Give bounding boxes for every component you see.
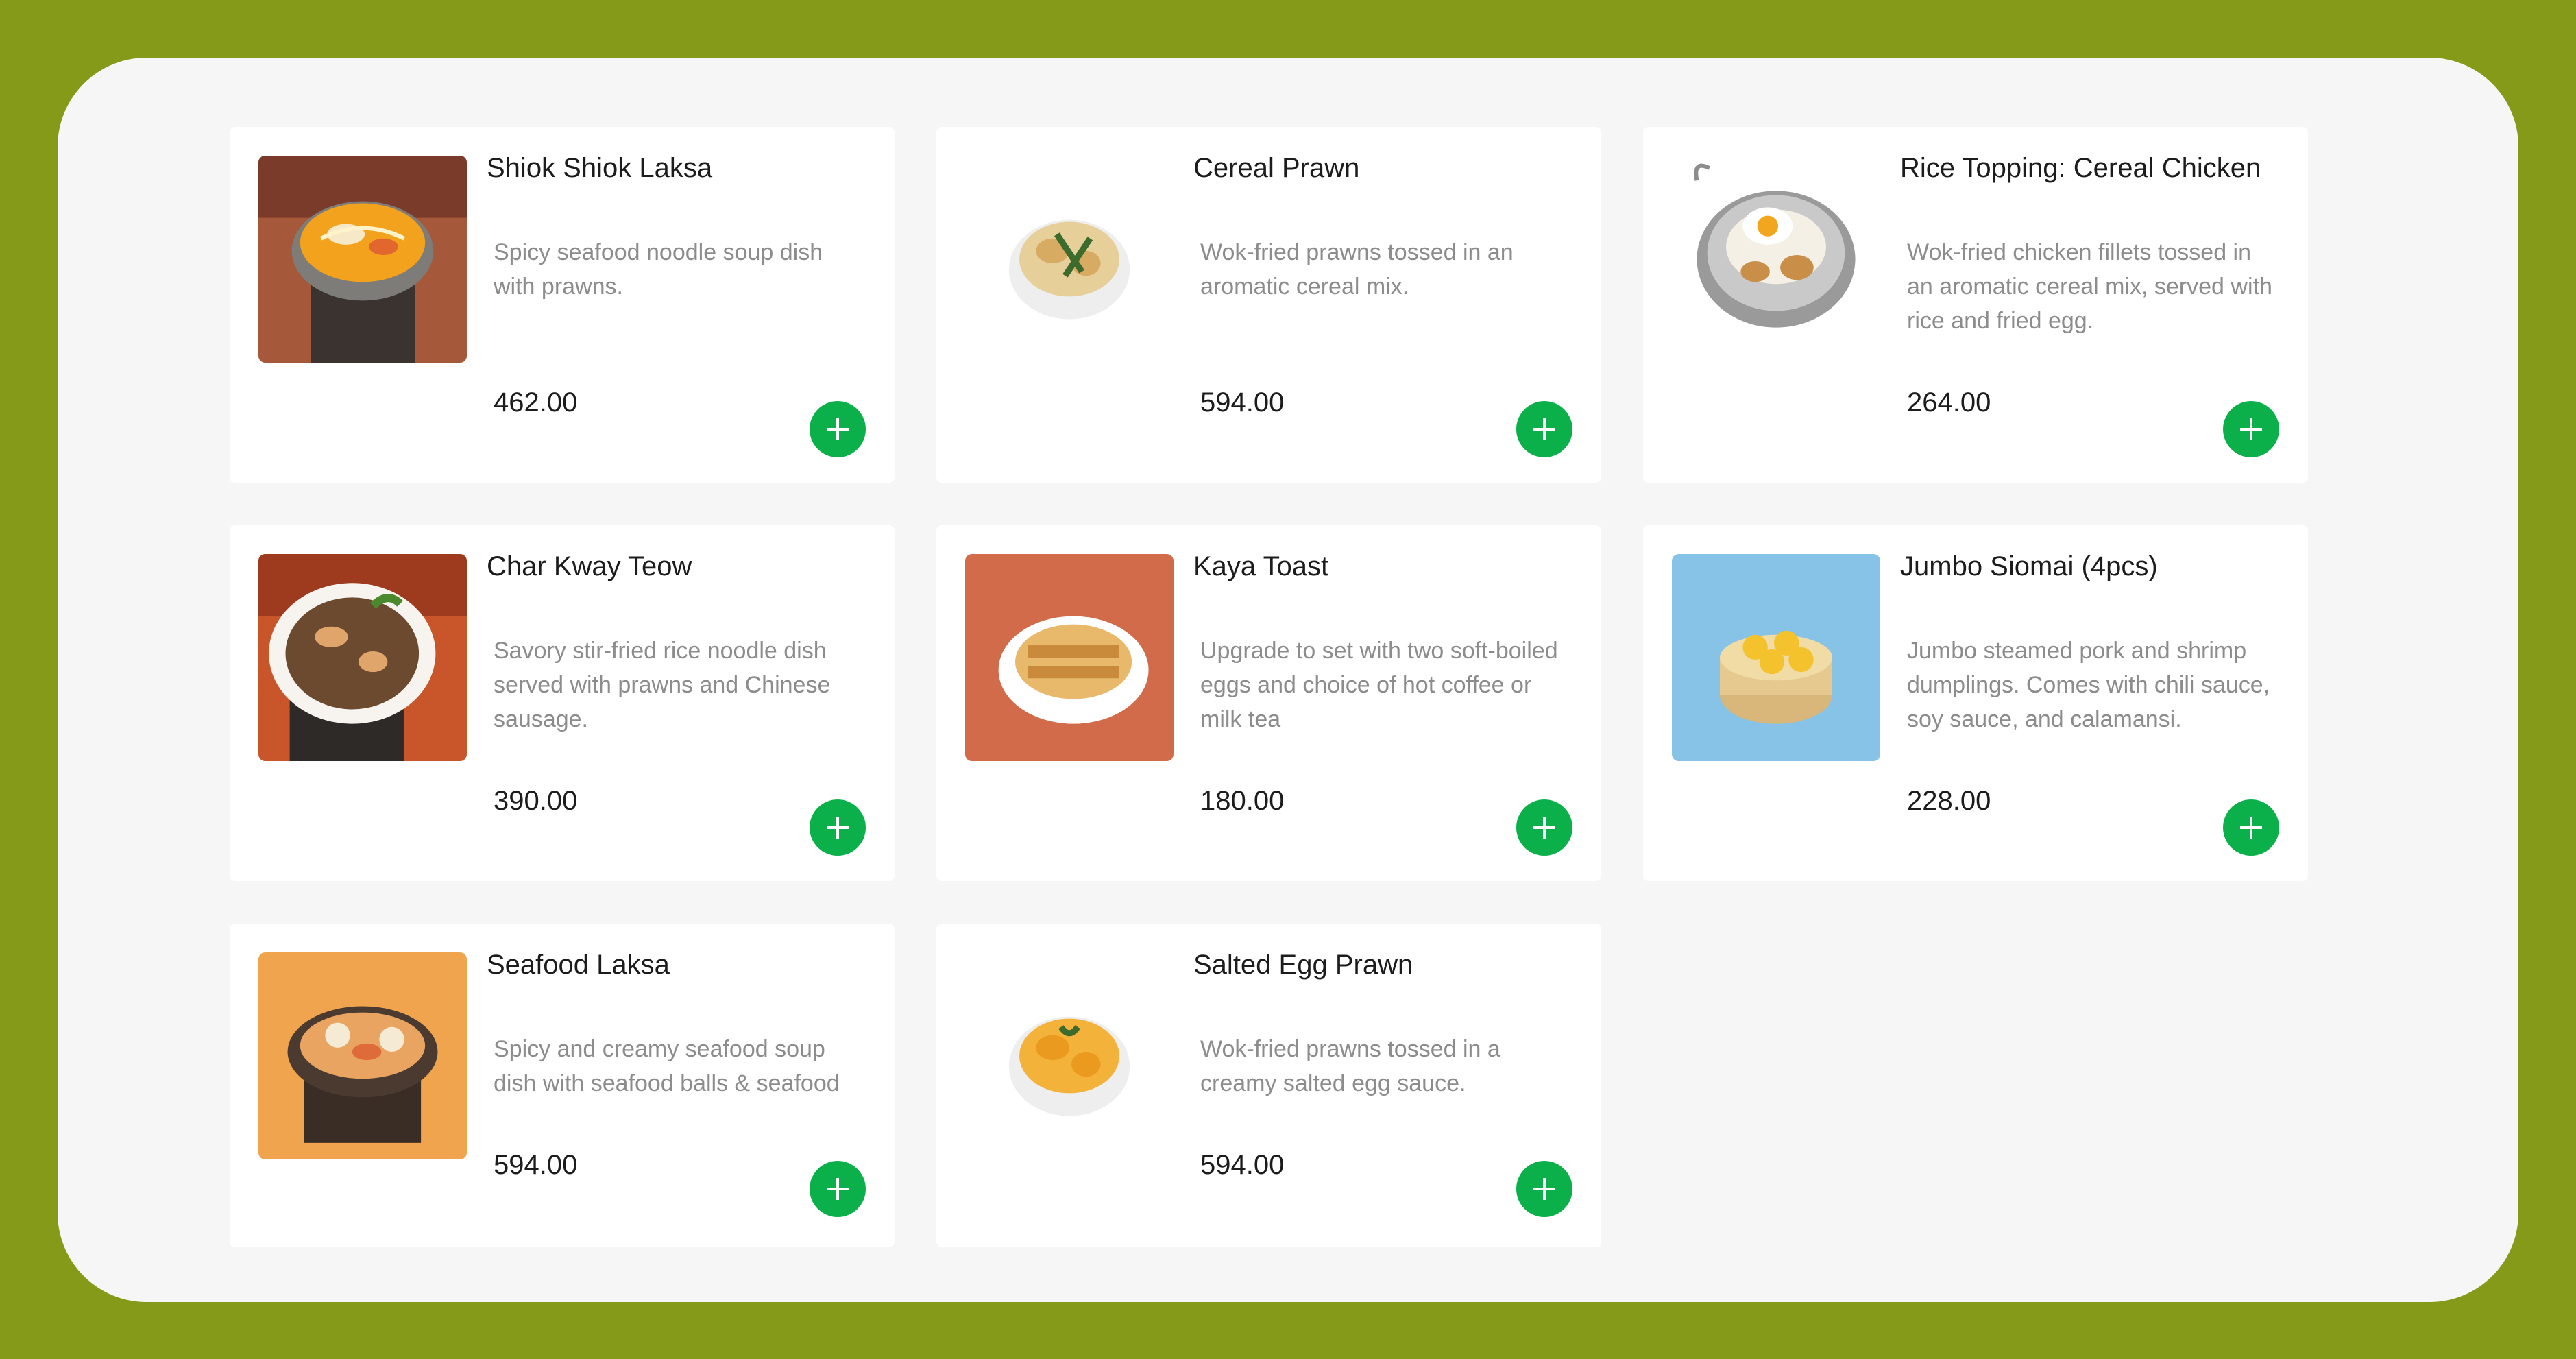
menu-item-card[interactable]: Char Kway Teow Savory stir-fried rice no… [230,525,895,881]
seafood-laksa-image [258,952,467,1159]
item-price: 390.00 [494,786,578,816]
plus-icon [1533,1178,1555,1200]
item-description: Upgrade to set with two soft-boiled eggs… [1200,638,1558,732]
item-name: Cereal Prawn [1193,153,1360,183]
add-to-cart-button[interactable] [810,401,866,457]
item-price: 462.00 [494,387,578,418]
kaya-toast-image [965,554,1174,761]
item-price: 228.00 [1907,786,1991,816]
plus-icon [1533,418,1555,440]
char-kway-teow-image [258,554,467,761]
item-name: Salted Egg Prawn [1193,950,1413,980]
menu-item-card[interactable]: Cereal Prawn Wok-fried prawns tossed in … [936,127,1601,483]
item-name: Shiok Shiok Laksa [487,153,713,183]
add-to-cart-button[interactable] [810,1161,866,1217]
menu-item-card[interactable]: Rice Topping: Cereal Chicken Wok-fried c… [1643,127,2308,483]
item-name: Seafood Laksa [487,950,670,980]
item-description: Wok-fried chicken fillets tossed in an a… [1907,239,2272,334]
menu-item-card[interactable]: Salted Egg Prawn Wok-fried prawns tossed… [936,924,1601,1247]
menu-item-card[interactable]: Seafood Laksa Spicy and creamy seafood s… [230,924,895,1247]
add-to-cart-button[interactable] [810,799,866,856]
add-to-cart-button[interactable] [2223,799,2279,856]
shiok-shiok-laksa-image [258,156,467,363]
cereal-prawn-image [965,156,1174,363]
item-price: 594.00 [1200,1150,1285,1180]
item-name: Rice Topping: Cereal Chicken [1900,153,2261,183]
plus-icon [827,1178,849,1200]
item-description: Spicy and creamy seafood soup dish with … [494,1036,840,1096]
item-price: 180.00 [1200,786,1285,816]
item-description: Savory stir-fried rice noodle dish serve… [494,638,831,732]
plus-icon [2240,418,2262,440]
item-price: 594.00 [1200,387,1285,418]
item-description: Wok-fried prawns tossed in an aromatic c… [1200,239,1514,300]
salted-egg-prawn-image [965,952,1174,1159]
plus-icon [2240,817,2262,839]
item-price: 594.00 [494,1150,578,1180]
item-name: Jumbo Siomai (4pcs) [1900,551,2158,581]
item-name: Char Kway Teow [487,551,692,581]
add-to-cart-button[interactable] [1516,1161,1572,1217]
menu-item-card[interactable]: Kaya Toast Upgrade to set with two soft-… [936,525,1601,881]
item-name: Kaya Toast [1193,551,1329,581]
add-to-cart-button[interactable] [2223,401,2279,457]
plus-icon [1533,817,1555,839]
item-description: Spicy seafood noodle soup dish with praw… [494,239,823,300]
jumbo-siomai-image [1672,554,1880,761]
plus-icon [827,817,849,839]
menu-item-card[interactable]: Shiok Shiok Laksa Spicy seafood noodle s… [230,127,895,483]
item-description: Wok-fried prawns tossed in a creamy salt… [1200,1036,1500,1096]
menu-item-card[interactable]: Jumbo Siomai (4pcs) Jumbo steamed pork a… [1643,525,2308,881]
item-price: 264.00 [1907,387,1991,418]
rice-topping-cereal-chicken-image [1672,156,1880,363]
item-description: Jumbo steamed pork and shrimp dumplings.… [1907,638,2270,732]
add-to-cart-button[interactable] [1516,799,1572,856]
plus-icon [827,418,849,440]
add-to-cart-button[interactable] [1516,401,1572,457]
menu-panel: Shiok Shiok Laksa Spicy seafood noodle s… [58,58,2518,1302]
